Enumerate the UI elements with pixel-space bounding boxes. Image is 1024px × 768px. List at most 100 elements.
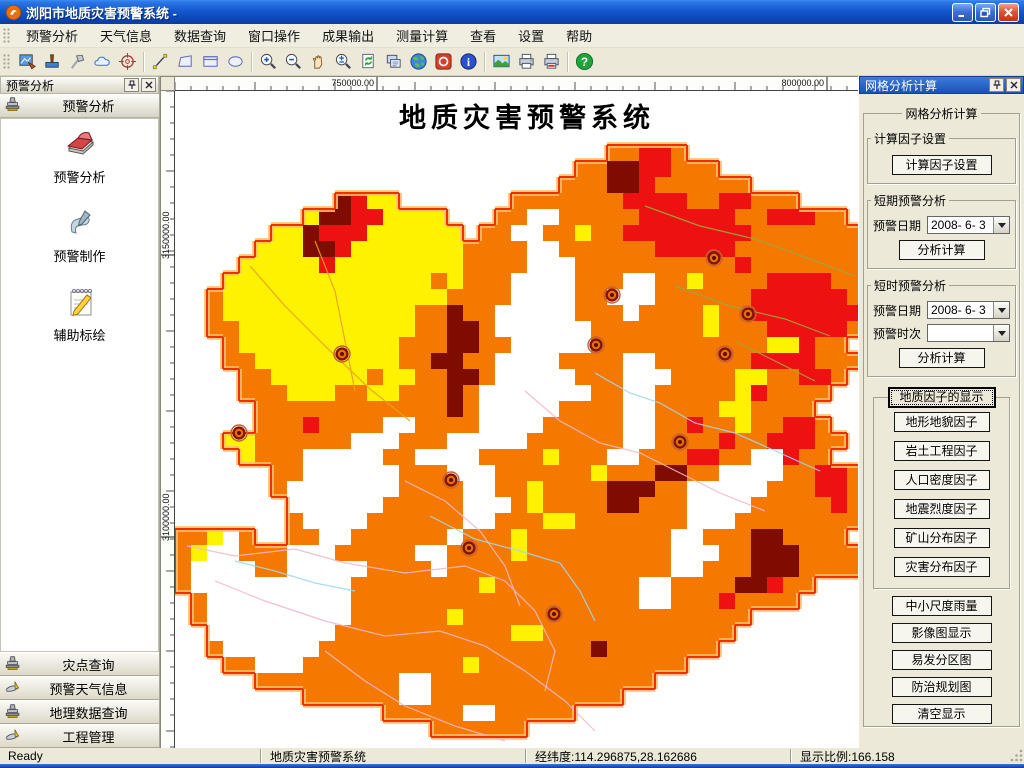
factor-button-2[interactable]: 岩土工程因子	[893, 441, 990, 461]
factor-button-1[interactable]: 地形地貌因子	[893, 412, 990, 432]
pin-icon	[993, 80, 1000, 89]
close-icon	[1010, 81, 1017, 89]
left-panel-close-button[interactable]	[141, 78, 156, 92]
factor-buttons-groupbox: 地形地貌因子 岩土工程因子 人口密度因子 地震烈度因子 矿山分布因子 灾害分布因子	[873, 397, 1010, 589]
globe-icon[interactable]	[406, 50, 431, 74]
help-icon[interactable]: ?	[572, 50, 597, 74]
short-term-analyze-button[interactable]: 分析计算	[898, 240, 985, 260]
menu-grip-handle[interactable]	[3, 27, 11, 44]
left-panel-item-1[interactable]: 预警分析	[1, 127, 158, 186]
menu-item-6[interactable]: 测量计算	[385, 22, 459, 49]
svg-text:800000.00: 800000.00	[781, 78, 824, 88]
factor-button-4[interactable]: 地震烈度因子	[893, 499, 990, 519]
layers-icon[interactable]	[381, 50, 406, 74]
info-icon[interactable]: i	[456, 50, 481, 74]
accordion-bar-label: 灾点查询	[62, 657, 115, 673]
print-icon[interactable]	[514, 50, 539, 74]
svg-text:3100000.00: 3100000.00	[161, 493, 171, 541]
print-setup-icon[interactable]	[539, 50, 564, 74]
warning-analysis-panel: 预警分析 预警分析 预警分析预警制作辅助标绘 灾点查询预警天气信息 地理数据查询工…	[0, 76, 160, 748]
ruler-top: 750000.00 800000.00	[174, 77, 858, 91]
town-marker	[671, 433, 689, 451]
right-panel-pin-button[interactable]	[989, 78, 1004, 92]
right-panel-close-button[interactable]	[1006, 78, 1021, 92]
toolbar-separator	[251, 51, 253, 72]
left-panel-item-2[interactable]: 预警制作	[1, 206, 158, 265]
nowcast-date-combo[interactable]: 2008- 6- 3	[927, 301, 1010, 319]
left-panel-titlebar: 预警分析	[0, 76, 159, 94]
app-icon	[5, 4, 22, 21]
polygon-icon[interactable]	[173, 50, 198, 74]
pan-icon[interactable]	[306, 50, 331, 74]
status-ready: Ready	[8, 749, 43, 763]
left-panel-item-label: 预警制作	[53, 249, 106, 264]
nowcast-time-label: 预警时次	[873, 326, 922, 341]
image-edit-icon[interactable]	[15, 50, 40, 74]
map-area: 750000.00 800000.00 3150000.00 3100000.00 …	[160, 76, 858, 748]
display-button-1[interactable]: 中小尺度雨量	[891, 596, 992, 616]
nowcast-legend: 短时预警分析	[874, 279, 947, 293]
accordion-bar-2[interactable]: 预警天气信息	[0, 676, 159, 700]
menu-item-8[interactable]: 设置	[507, 22, 555, 49]
chevron-down-icon[interactable]	[993, 325, 1009, 341]
menu-item-1[interactable]: 预警分析	[15, 22, 89, 49]
menu-item-5[interactable]: 成果输出	[311, 22, 385, 49]
resize-grip[interactable]	[1010, 749, 1024, 763]
menu-item-9[interactable]: 帮助	[555, 22, 603, 49]
toolbar-grip-handle[interactable]	[3, 53, 11, 70]
display-button-2[interactable]: 影像图显示	[891, 623, 992, 643]
svg-text:750000.00: 750000.00	[331, 78, 374, 88]
nowcast-time-combo[interactable]	[927, 324, 1010, 342]
factor-button-6[interactable]: 灾害分布因子	[893, 557, 990, 577]
accordion-bar-label: 工程管理	[62, 729, 115, 745]
menu-item-4[interactable]: 窗口操作	[237, 22, 311, 49]
accordion-bar-1[interactable]: 灾点查询	[0, 652, 159, 676]
paint-icon[interactable]	[40, 50, 65, 74]
left-panel-pin-button[interactable]	[124, 78, 139, 92]
hazard-map-canvas[interactable]: 地质灾害预警系统	[175, 91, 858, 748]
menu-item-2[interactable]: 天气信息	[89, 22, 163, 49]
menu-item-3[interactable]: 数据查询	[163, 22, 237, 49]
left-panel-header[interactable]: 预警分析	[0, 94, 159, 118]
town-marker	[442, 471, 460, 489]
short-term-date-combo[interactable]: 2008- 6- 3	[927, 216, 1010, 234]
display-button-4[interactable]: 防治规划图	[891, 677, 992, 697]
chevron-down-icon[interactable]	[993, 217, 1009, 233]
stop-icon[interactable]	[431, 50, 456, 74]
cloud-icon[interactable]	[90, 50, 115, 74]
rectangle-icon[interactable]	[198, 50, 223, 74]
refresh-icon[interactable]	[356, 50, 381, 74]
short-term-date-label: 预警日期	[873, 218, 922, 233]
display-button-3[interactable]: 易发分区图	[891, 650, 992, 670]
menu-item-7[interactable]: 查看	[459, 22, 507, 49]
minimize-button[interactable]	[952, 2, 973, 22]
accordion-bar-4[interactable]: 工程管理	[0, 724, 159, 748]
geofactor-display-button[interactable]: 地质因子的显示	[887, 387, 996, 408]
factor-button-5[interactable]: 矿山分布因子	[893, 528, 990, 548]
factor-setup-legend: 计算因子设置	[874, 132, 947, 146]
zoom-in-icon[interactable]	[256, 50, 281, 74]
hammer-icon[interactable]	[65, 50, 90, 74]
stamp-icon	[4, 95, 22, 116]
hand-icon	[4, 726, 22, 747]
accordion-bar-3[interactable]: 地理数据查询	[0, 700, 159, 724]
display-button-5[interactable]: 清空显示	[891, 704, 992, 724]
close-button[interactable]	[998, 2, 1019, 22]
line-icon[interactable]	[148, 50, 173, 74]
factor-setup-button[interactable]: 计算因子设置	[891, 155, 992, 175]
ellipse-icon[interactable]	[223, 50, 248, 74]
ruler-left: 3150000.00 3100000.00	[161, 90, 175, 748]
nowcast-analyze-button[interactable]: 分析计算	[898, 348, 985, 368]
short-term-legend: 短期预警分析	[874, 194, 947, 208]
zoom-out-icon[interactable]	[281, 50, 306, 74]
short-term-date-value: 2008- 6- 3	[931, 218, 986, 232]
image-view-icon[interactable]	[489, 50, 514, 74]
zoom-extent-icon[interactable]	[331, 50, 356, 74]
target-icon[interactable]	[115, 50, 140, 74]
maximize-button[interactable]	[975, 2, 996, 22]
town-marker	[333, 345, 351, 363]
chevron-down-icon[interactable]	[993, 302, 1009, 318]
hand-icon	[4, 678, 22, 699]
factor-button-3[interactable]: 人口密度因子	[893, 470, 990, 490]
left-panel-item-3[interactable]: 辅助标绘	[1, 285, 158, 344]
